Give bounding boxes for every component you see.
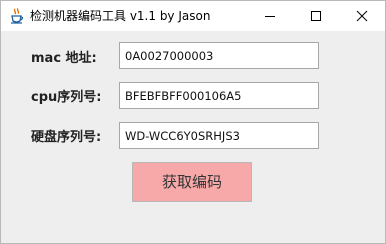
form-panel: mac 地址: cpu序列号: 硬盘序列号: 获取编码 [1, 31, 385, 243]
window-title: 检测机器编码工具 v1.1 by Jason [30, 9, 211, 23]
app-window: 检测机器编码工具 v1.1 by Jason mac 地址: cpu序列号: 硬… [0, 0, 386, 244]
mac-address-label: mac 地址: [31, 51, 97, 66]
minimize-button[interactable] [247, 1, 293, 31]
get-code-button[interactable]: 获取编码 [132, 162, 252, 202]
mac-address-field[interactable] [119, 42, 319, 69]
disk-serial-field[interactable] [119, 122, 319, 149]
java-cup-icon [10, 8, 24, 24]
disk-serial-label: 硬盘序列号: [31, 130, 102, 145]
maximize-icon [311, 11, 321, 21]
close-button[interactable] [339, 1, 385, 31]
minimize-icon [265, 16, 275, 17]
title-bar[interactable]: 检测机器编码工具 v1.1 by Jason [1, 1, 385, 31]
cpu-serial-field[interactable] [119, 82, 319, 109]
close-icon [356, 10, 368, 22]
maximize-button[interactable] [293, 1, 339, 31]
cpu-serial-label: cpu序列号: [31, 90, 102, 105]
